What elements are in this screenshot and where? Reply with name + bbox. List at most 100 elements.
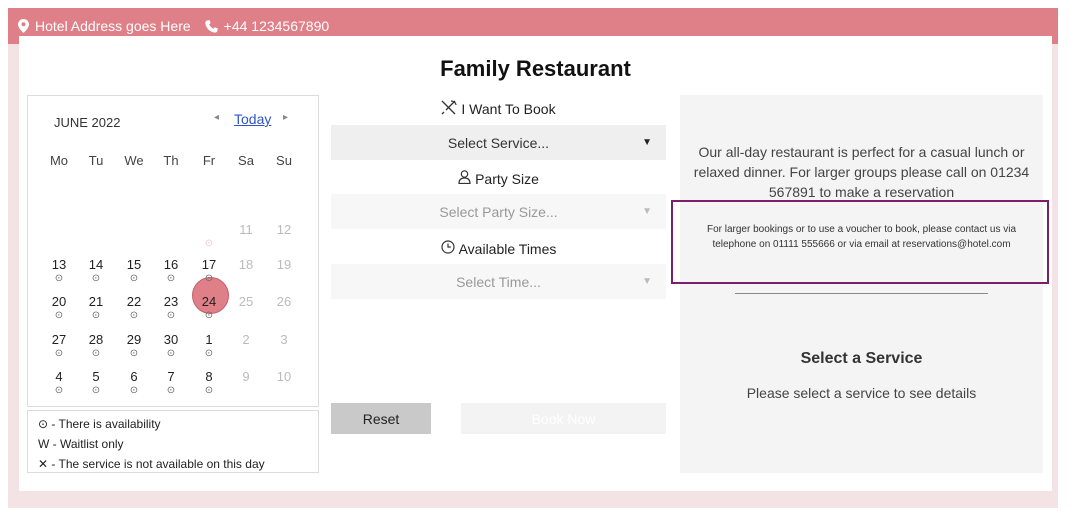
clock-icon [440,240,455,257]
availability-icon: ⊙ [204,385,214,396]
day-number: 1 [205,332,213,347]
calendar-day[interactable]: 27 ⊙ [40,332,78,360]
calendar-day[interactable]: 14 ⊙ [77,257,115,285]
day-number: 3 [280,332,288,347]
availability-icon: ⊙ [166,385,176,396]
day-number: 14 [88,257,104,272]
calendar-day: 25 [227,294,265,310]
service-title: Select a Service [800,350,923,367]
calendar-day[interactable]: 6 ⊙ [115,369,153,397]
availability-icon: ⊙ [54,385,64,396]
calendar-day[interactable]: 1 ⊙ [190,332,228,360]
calendar-day: 26 [265,294,303,310]
calendar-day[interactable]: 8 ⊙ [190,369,228,397]
calendar-day[interactable]: 5 ⊙ [77,369,115,397]
calendar-month: JUNE 2022 [54,115,121,130]
time-select[interactable]: Select Time... ▼ [331,264,666,299]
booking-note: For larger bookings or to use a voucher … [706,224,1017,250]
day-number: 17 [201,257,217,272]
calendar-day: 3 [265,332,303,348]
day-number: 4 [55,369,63,384]
calendar-day[interactable]: 13 ⊙ [40,257,78,285]
calendar-day[interactable]: 29 ⊙ [115,332,153,360]
day-number: 27 [51,332,67,347]
calendar-day[interactable]: 15 ⊙ [115,257,153,285]
calendar-day[interactable]: 21 ⊙ [77,294,115,322]
calendar: JUNE 2022 ◂ Today ▸ Mo Tu We Th Fr Sa Su 10 ⊙ 11 1… [27,95,319,407]
calendar-day-selected[interactable]: 10 ⊙ [190,222,228,250]
day-number: 25 [238,294,254,309]
day-number: 28 [88,332,104,347]
day-number: 21 [88,294,104,309]
calendar-day[interactable]: 22 ⊙ [115,294,153,322]
availability-icon: ⊙ [166,348,176,359]
calendar-day: 2 [227,332,265,348]
hotel-phone[interactable]: +44 1234567890 [224,18,330,34]
time-select-value: Select Time... [456,273,541,290]
availability-icon: ⊙ [204,310,214,321]
book-now-button[interactable]: Book Now [461,403,666,434]
service-select[interactable]: Select Service... ▼ [331,125,666,160]
chevron-down-icon: ▼ [642,137,652,148]
calendar-day[interactable]: 23 ⊙ [152,294,190,322]
chevron-down-icon: ▼ [642,276,652,287]
next-month-button[interactable]: ▸ [283,112,288,123]
availability-icon: ⊙ [91,385,101,396]
weekday-header: Tu [88,153,104,168]
party-size-select[interactable]: Select Party Size... ▼ [331,194,666,229]
day-number: 11 [239,222,253,237]
prev-month-button[interactable]: ◂ [214,112,219,123]
weekday-header: Su [276,153,292,168]
calendar-day[interactable]: 16 ⊙ [152,257,190,285]
weekday-header: Fr [202,153,216,168]
availability-icon: ⊙ [129,310,139,321]
phone-icon [204,19,218,33]
calendar-day: 9 [227,369,265,385]
day-number: 30 [163,332,179,347]
calendar-day: 12 [265,222,303,238]
calendar-day[interactable]: 4 ⊙ [40,369,78,397]
calendar-day[interactable]: 17 ⊙ [190,257,228,285]
availability-icon: ⊙ [129,273,139,284]
calendar-day[interactable]: 30 ⊙ [152,332,190,360]
calendar-day[interactable]: 24 ⊙ [190,294,228,322]
availability-icon: ⊙ [54,310,64,321]
day-number: 22 [126,294,142,309]
restaurant-description: Our all-day restaurant is perfect for a … [693,144,1030,200]
calendar-day[interactable]: 7 ⊙ [152,369,190,397]
day-number: 2 [242,332,250,347]
day-number: 10 [201,222,217,237]
service-label: I Want To Book [331,100,666,118]
utensils-icon [441,100,458,118]
availability-icon: ⊙ [129,385,139,396]
day-number: 8 [205,369,213,384]
availability-icon: ⊙ [91,273,101,284]
day-number: 29 [126,332,142,347]
availability-icon: ⊙ [166,273,176,284]
day-number: 23 [163,294,179,309]
reset-button[interactable]: Reset [331,403,431,434]
day-number: 6 [130,369,138,384]
day-number: 9 [242,369,250,384]
day-number: 5 [92,369,100,384]
booking-panel: Family Restaurant JUNE 2022 ◂ Today ▸ Mo… [19,36,1052,491]
weekday-header: We [124,153,144,168]
day-number: 7 [167,369,175,384]
service-details-text: Please select a service to see details [746,385,977,401]
party-size-select-value: Select Party Size... [439,203,558,220]
weekday-header: Sa [238,153,254,168]
day-number: 13 [51,257,67,272]
calendar-day[interactable]: 28 ⊙ [77,332,115,360]
today-link[interactable]: Today [234,111,271,127]
day-number: 26 [276,294,292,309]
day-number: 24 [201,294,217,309]
availability-icon: ⊙ [204,348,214,359]
legend-available: ⊙ - There is availability [38,417,161,431]
day-number: 15 [126,257,142,272]
availability-icon: ⊙ [204,273,214,284]
calendar-day: 10 [265,369,303,385]
day-number: 20 [51,294,67,309]
map-pin-icon [18,19,29,33]
availability-legend: ⊙ - There is availability W - Waitlist o… [27,410,319,473]
calendar-day[interactable]: 20 ⊙ [40,294,78,322]
